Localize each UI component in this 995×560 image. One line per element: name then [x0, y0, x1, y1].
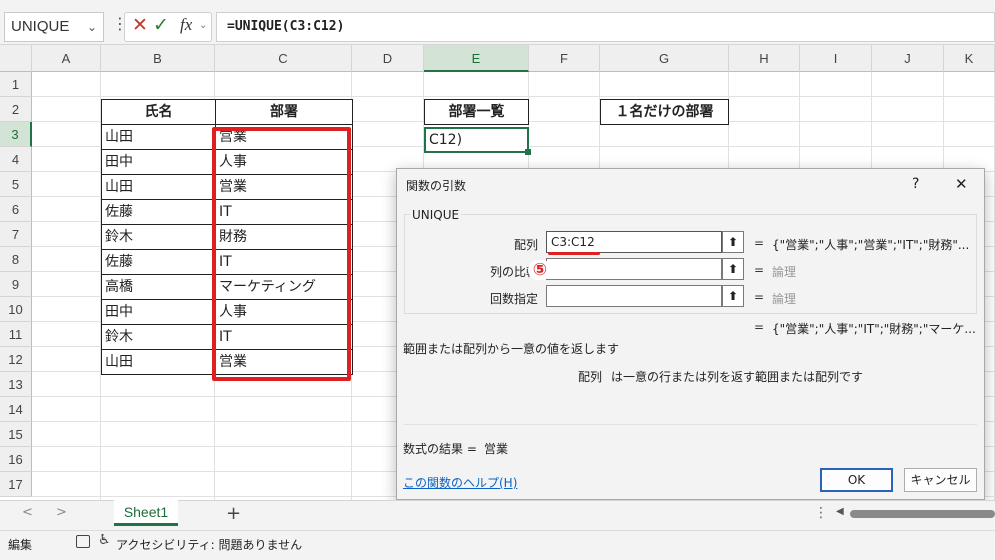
- arg-input-by-col[interactable]: [546, 258, 722, 280]
- column-header-j[interactable]: J: [872, 45, 944, 72]
- insert-function-icon[interactable]: fx: [180, 15, 192, 35]
- function-description: 範囲または配列から一意の値を返します: [403, 342, 620, 356]
- cancel-icon[interactable]: ✕: [132, 14, 148, 36]
- select-all-corner[interactable]: [0, 45, 32, 72]
- close-icon[interactable]: ✕: [955, 175, 968, 193]
- row-header-6[interactable]: 6: [0, 197, 32, 222]
- accessibility-icon[interactable]: ♿: [98, 532, 111, 548]
- overall-equals: =: [754, 320, 765, 334]
- sheet-tab-sheet1[interactable]: Sheet1: [114, 500, 178, 526]
- column-header-f[interactable]: F: [529, 45, 600, 72]
- active-cell-e3[interactable]: C12): [424, 127, 529, 153]
- row-header-15[interactable]: 15: [0, 422, 32, 447]
- prev-sheet-icon[interactable]: <: [22, 505, 33, 520]
- row-header-4[interactable]: 4: [0, 147, 32, 172]
- column-header-h[interactable]: H: [729, 45, 800, 72]
- help-button[interactable]: ?: [912, 176, 919, 192]
- column-header-i[interactable]: I: [800, 45, 872, 72]
- name-cell[interactable]: 鈴木: [101, 224, 216, 250]
- highlight-range-box: [212, 127, 351, 381]
- formula-input[interactable]: =UNIQUE(C3:C12): [216, 12, 995, 42]
- horizontal-scrollbar[interactable]: [850, 510, 995, 518]
- function-help-link[interactable]: この関数のヘルプ(H): [403, 474, 517, 491]
- chevron-down-icon[interactable]: ⌄: [87, 13, 97, 41]
- macro-record-icon[interactable]: [76, 535, 90, 548]
- arg-input-array[interactable]: C3:C12: [546, 231, 722, 253]
- name-cell[interactable]: 鈴木: [101, 324, 216, 350]
- name-cell[interactable]: 高橋: [101, 274, 216, 300]
- arg-label-exactly-once: 回数指定: [489, 292, 538, 306]
- header-dept[interactable]: 部署: [215, 99, 353, 125]
- column-header-e[interactable]: E: [424, 45, 529, 72]
- status-mode: 編集: [8, 538, 33, 552]
- column-header-k[interactable]: K: [944, 45, 995, 72]
- dialog-divider: [404, 424, 977, 425]
- more-options-icon[interactable]: ⋮: [814, 505, 828, 521]
- name-cell[interactable]: 田中: [101, 149, 216, 175]
- row-header-3[interactable]: 3: [0, 122, 32, 147]
- scroll-left-icon[interactable]: ◀: [836, 506, 844, 517]
- collapse-dialog-icon[interactable]: ⬆: [722, 258, 744, 280]
- dialog-title: 関数の引数: [406, 179, 467, 193]
- arg-input-exactly-once[interactable]: [546, 285, 722, 307]
- arg-equals: =: [754, 263, 765, 277]
- ok-button[interactable]: OK: [820, 468, 893, 492]
- row-header-9[interactable]: 9: [0, 272, 32, 297]
- arg-help-text: は一意の行または列を返す範囲または配列です: [611, 370, 864, 384]
- grid-row-line: [32, 96, 995, 97]
- column-header-b[interactable]: B: [101, 45, 215, 72]
- name-box[interactable]: UNIQUE ⌄: [4, 12, 104, 42]
- column-header-c[interactable]: C: [215, 45, 352, 72]
- dept-list-header[interactable]: 部署一覧: [424, 99, 529, 125]
- next-sheet-icon[interactable]: >: [56, 505, 67, 520]
- accessibility-status[interactable]: アクセシビリティ: 問題ありません: [116, 536, 302, 553]
- annotation-underline: [548, 252, 600, 255]
- arg-equals: =: [754, 236, 765, 250]
- name-cell[interactable]: 山田: [101, 124, 216, 150]
- formula-result-label: 数式の結果 =: [403, 442, 477, 456]
- arg-help-label: 配列: [578, 370, 603, 384]
- cancel-button[interactable]: キャンセル: [904, 468, 977, 492]
- row-header-13[interactable]: 13: [0, 372, 32, 397]
- name-cell[interactable]: 佐藤: [101, 249, 216, 275]
- header-name[interactable]: 氏名: [101, 99, 216, 125]
- row-header-14[interactable]: 14: [0, 397, 32, 422]
- collapse-dialog-icon[interactable]: ⬆: [722, 231, 744, 253]
- single-dept-header[interactable]: １名だけの部署: [600, 99, 729, 125]
- collapse-dialog-icon[interactable]: ⬆: [722, 285, 744, 307]
- row-header-16[interactable]: 16: [0, 447, 32, 472]
- name-box-value: UNIQUE: [11, 18, 70, 35]
- function-name: UNIQUE: [410, 208, 462, 222]
- name-cell[interactable]: 山田: [101, 174, 216, 200]
- add-sheet-icon[interactable]: +: [226, 503, 241, 524]
- formula-result-value: 営業: [484, 442, 509, 456]
- arg-result-by-col: 論理: [772, 265, 797, 279]
- chevron-down-icon[interactable]: ⌄: [199, 20, 207, 31]
- row-header-8[interactable]: 8: [0, 247, 32, 272]
- row-header-11[interactable]: 11: [0, 322, 32, 347]
- column-header-a[interactable]: A: [32, 45, 101, 72]
- arg-equals: =: [754, 290, 765, 304]
- name-cell[interactable]: 佐藤: [101, 199, 216, 225]
- column-header-d[interactable]: D: [352, 45, 424, 72]
- row-header-12[interactable]: 12: [0, 347, 32, 372]
- row-header-1[interactable]: 1: [0, 72, 32, 97]
- annotation-step-marker: ⑤: [528, 260, 552, 280]
- arg-result-exactly-once: 論理: [772, 292, 797, 306]
- row-header-17[interactable]: 17: [0, 472, 32, 497]
- row-header-5[interactable]: 5: [0, 172, 32, 197]
- arg-label-array: 配列: [513, 238, 538, 252]
- column-header-g[interactable]: G: [600, 45, 729, 72]
- enter-check-icon[interactable]: ✓: [153, 14, 169, 36]
- name-cell[interactable]: 山田: [101, 349, 216, 375]
- fill-handle[interactable]: [525, 149, 531, 155]
- row-header-2[interactable]: 2: [0, 97, 32, 122]
- overall-result: {"営業";"人事";"IT";"財務";"マーケ...: [772, 322, 976, 336]
- arg-result-array: {"営業";"人事";"営業";"IT";"財務"...: [772, 238, 970, 252]
- row-header-10[interactable]: 10: [0, 297, 32, 322]
- row-header-7[interactable]: 7: [0, 222, 32, 247]
- name-cell[interactable]: 田中: [101, 299, 216, 325]
